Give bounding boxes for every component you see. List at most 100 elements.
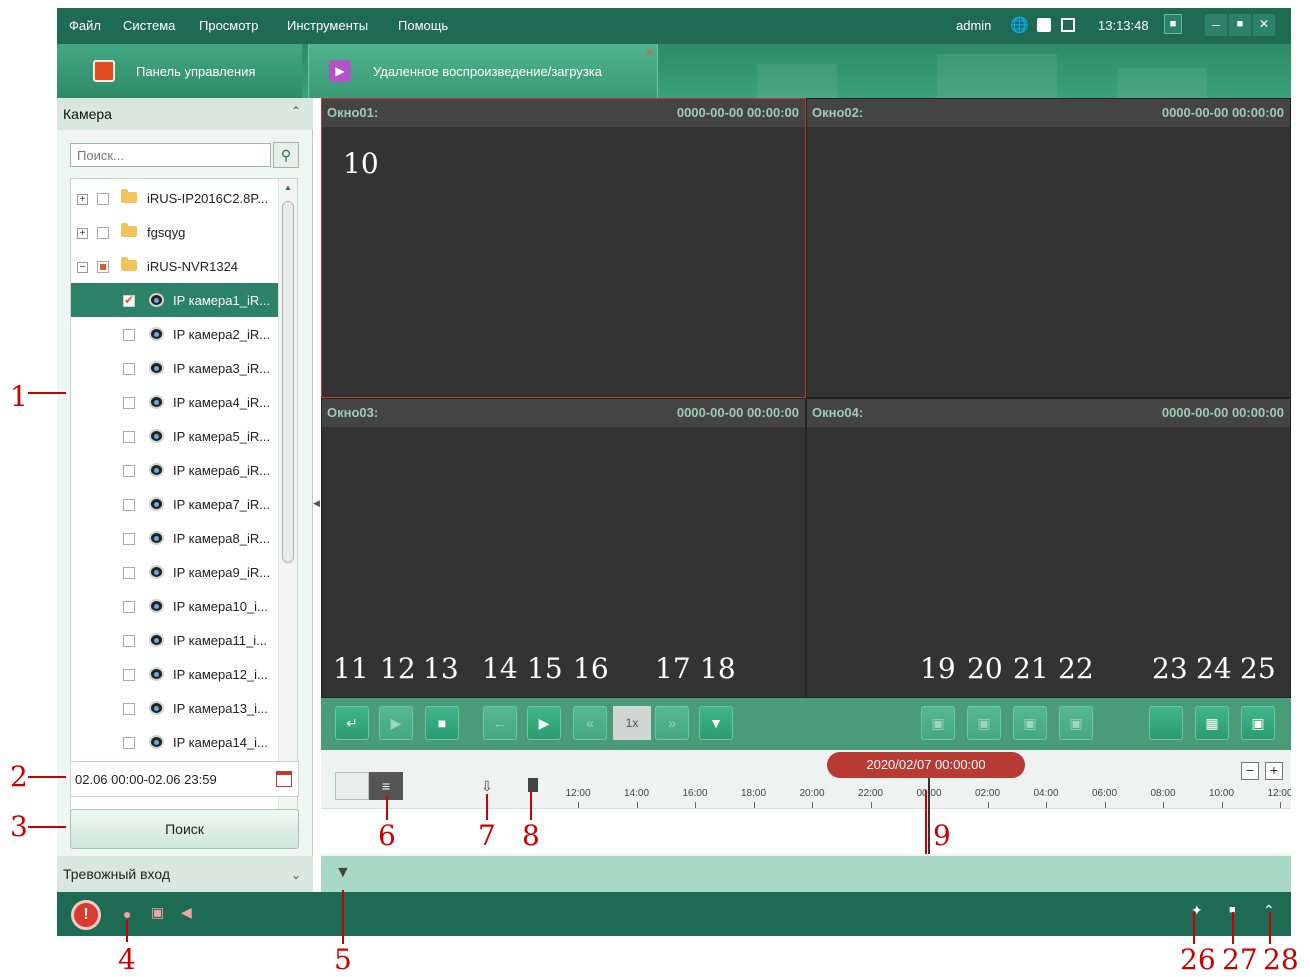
tree-folder[interactable]: + fgsqyg [71, 215, 278, 249]
download-icon[interactable]: ⇩ [481, 778, 497, 794]
minimize-button[interactable]: – [1205, 14, 1227, 36]
expand-icon[interactable]: − [77, 262, 88, 273]
bookmark-icon[interactable] [528, 778, 538, 792]
tree-label: IP камера10_i... [173, 599, 268, 614]
search-input[interactable]: Поиск... [70, 143, 271, 167]
slow-forward-button[interactable]: « [573, 706, 607, 740]
tree-checkbox[interactable] [123, 431, 135, 443]
layout-icon[interactable]: ▦ [1195, 706, 1229, 740]
tree-camera[interactable]: IP камера5_iR... [71, 419, 278, 453]
tree-checkbox[interactable] [123, 567, 135, 579]
timeline[interactable]: ≡ ⇩ 2020/02/07 00:00:00 − + 12:00 14:00 16… [321, 750, 1291, 856]
collapse-sidebar-icon[interactable]: ◀ [313, 488, 321, 518]
tree-checkbox[interactable] [123, 533, 135, 545]
play-button[interactable]: ▶ [379, 706, 413, 740]
tree-checkbox[interactable] [123, 601, 135, 613]
tree-checkbox[interactable] [123, 329, 135, 341]
tree-camera[interactable]: IP камера12_i... [71, 657, 278, 691]
tree-checkbox[interactable] [123, 397, 135, 409]
globe-icon[interactable]: 🌐 [1010, 16, 1029, 34]
menu-tools[interactable]: Инструменты [287, 18, 368, 33]
zoom-in-button[interactable]: + [1265, 762, 1283, 780]
filter-icon[interactable]: ▼ [335, 864, 351, 882]
zoom-out-button[interactable]: − [1241, 762, 1259, 780]
reverse-button[interactable]: ← [483, 706, 517, 740]
tree-camera[interactable]: IP камера7_iR... [71, 487, 278, 521]
tab-remote-playback[interactable]: ▶ Удаленное воспроизведение/загрузка ✕ [308, 44, 658, 98]
tick-label: 12:00 [1267, 788, 1291, 799]
stop-all-button[interactable] [1149, 706, 1183, 740]
expand-icon[interactable]: + [77, 228, 88, 239]
single-frame-button[interactable]: ▶ [527, 706, 561, 740]
tree-checkbox[interactable] [123, 669, 135, 681]
tree-checkbox[interactable] [97, 261, 109, 273]
camera-icon [149, 565, 164, 579]
tab-control-panel[interactable]: Панель управления [57, 44, 302, 98]
video-pane-1[interactable]: Окно01: 0000-00-00 00:00:00 [321, 98, 806, 398]
tree-scrollbar[interactable]: ▲ ▼ [278, 179, 297, 837]
tree-camera[interactable]: IP камера13_i... [71, 691, 278, 725]
tree-checkbox[interactable] [97, 193, 109, 205]
tree-checkbox[interactable] [123, 703, 135, 715]
tree-folder[interactable]: − iRUS-NVR1324 [71, 249, 278, 283]
annotation-label: 7 [478, 819, 496, 852]
tree-checkbox[interactable] [97, 227, 109, 239]
scroll-thumb[interactable] [282, 201, 294, 563]
expand-icon[interactable]: + [77, 194, 88, 205]
tree-camera[interactable]: IP камера9_iR... [71, 555, 278, 589]
date-range-field[interactable]: 02.06 00:00-02.06 23:59 [70, 761, 299, 797]
timeline-date[interactable]: 2020/02/07 00:00:00 [827, 752, 1025, 778]
calendar-icon[interactable] [276, 771, 292, 787]
screenshot-icon[interactable]: ▣ [921, 706, 955, 740]
timeline-mode-1[interactable] [335, 772, 369, 800]
tree-checkbox[interactable] [123, 363, 135, 375]
tree-camera[interactable]: IP камера4_iR... [71, 385, 278, 419]
camera-icon [149, 531, 164, 545]
annotation-leader [386, 796, 388, 820]
tree-checkbox[interactable] [123, 737, 135, 749]
alarm-image-icon[interactable]: ▣ [151, 904, 164, 921]
camera-panel-header[interactable]: Камера ⌃ [57, 98, 313, 130]
tree-camera[interactable]: IP камера14_i... [71, 725, 278, 759]
tree-camera[interactable]: IP камера1_iR... [71, 283, 278, 317]
lock-icon[interactable]: ■ [1164, 14, 1182, 34]
tree-camera[interactable]: IP камера2_iR... [71, 317, 278, 351]
menu-view[interactable]: Просмотр [199, 18, 258, 33]
tree-checkbox[interactable] [123, 499, 135, 511]
mute-icon[interactable]: ◀ [181, 904, 192, 921]
search-button[interactable]: Поиск [70, 809, 299, 849]
vca-icon[interactable]: ▣ [1059, 706, 1093, 740]
memory-icon [1061, 18, 1075, 32]
fast-forward-button[interactable]: » [655, 706, 689, 740]
scroll-up-icon[interactable]: ▲ [284, 183, 292, 192]
maximize-button[interactable]: ■ [1229, 14, 1251, 36]
menu-help[interactable]: Помощь [398, 18, 448, 33]
menu-file[interactable]: Файл [69, 18, 101, 33]
tree-checkbox[interactable] [123, 465, 135, 477]
tree-camera[interactable]: IP камера11_i... [71, 623, 278, 657]
tree-checkbox[interactable] [123, 293, 135, 307]
alarm-input-header[interactable]: Тревожный вход ⌄ [57, 856, 313, 894]
menu-system[interactable]: Система [123, 18, 175, 33]
tree-camera[interactable]: IP камера6_iR... [71, 453, 278, 487]
capture-icon[interactable]: ↵ [335, 706, 369, 740]
stop-button[interactable]: ■ [425, 706, 459, 740]
tree-folder[interactable]: + iRUS-IP2016C2.8P... [71, 181, 278, 215]
chevron-up-icon[interactable]: ⌃ [291, 104, 301, 118]
chevron-down-icon[interactable]: ⌄ [291, 868, 301, 882]
tree-camera[interactable]: IP камера3_iR... [71, 351, 278, 385]
video-pane-2[interactable]: Окно02: 0000-00-00 00:00:00 [806, 98, 1291, 398]
close-tab-icon[interactable]: ✕ [645, 46, 654, 59]
timeline-track[interactable] [321, 808, 1291, 854]
tree-camera[interactable]: IP камера8_iR... [71, 521, 278, 555]
search-icon[interactable]: ⚲ [273, 142, 299, 168]
timeline-cursor[interactable] [928, 778, 930, 854]
volume-icon[interactable]: ▼ [699, 706, 733, 740]
alarm-icon[interactable]: ! [71, 900, 101, 930]
close-button[interactable]: ✕ [1253, 14, 1275, 36]
fullscreen-icon[interactable]: ▣ [1241, 706, 1275, 740]
clip-icon[interactable]: ▣ [967, 706, 1001, 740]
tree-camera[interactable]: IP камера10_i... [71, 589, 278, 623]
tree-checkbox[interactable] [123, 635, 135, 647]
zoom-icon[interactable]: ▣ [1013, 706, 1047, 740]
